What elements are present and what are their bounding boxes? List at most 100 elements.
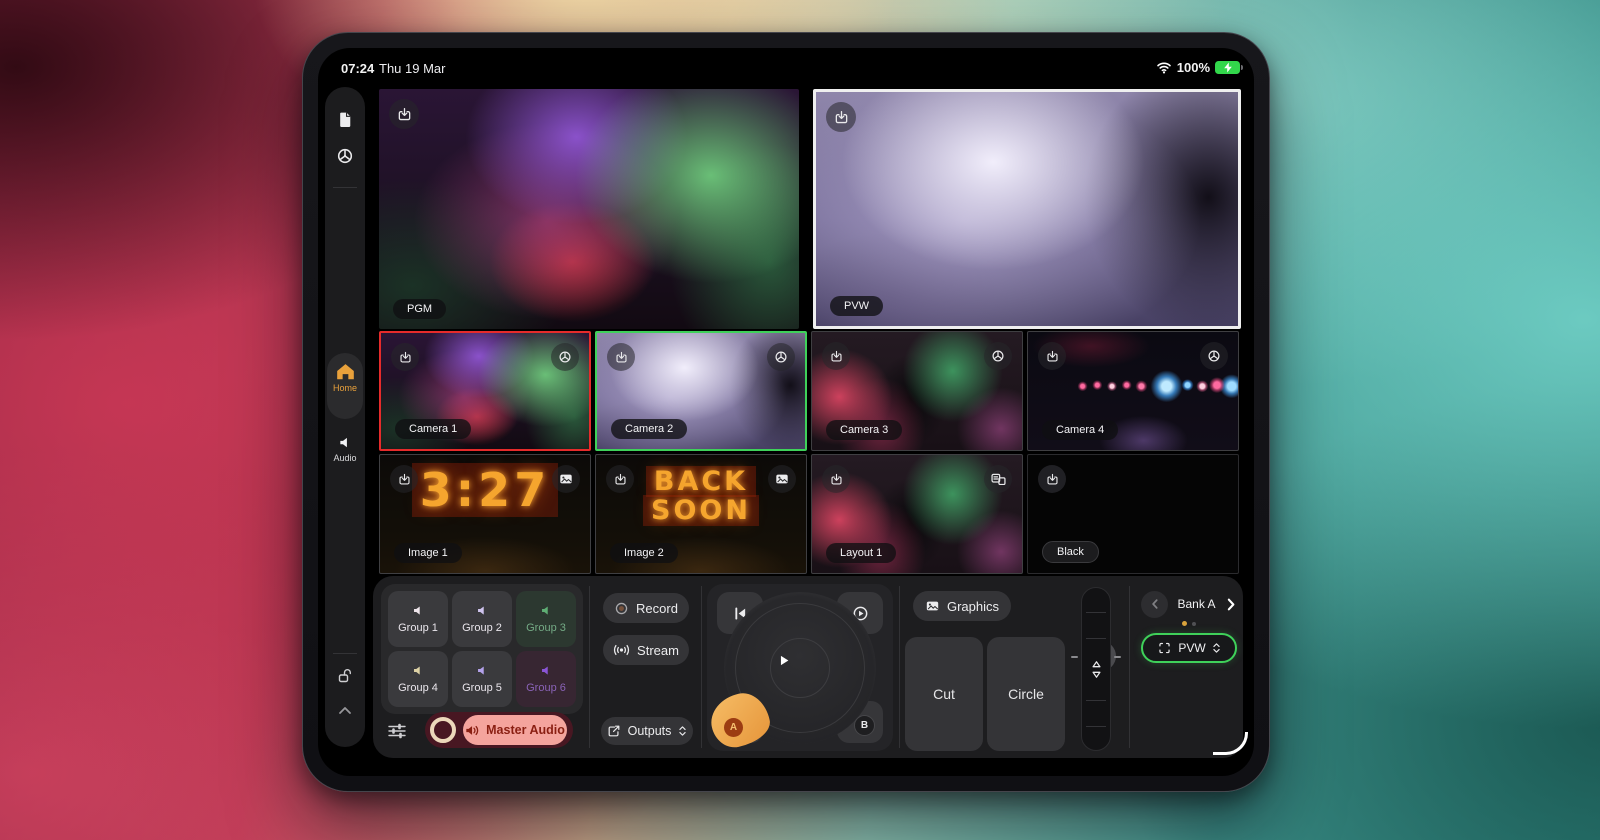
graphics-button[interactable]: Graphics — [913, 591, 1011, 621]
bank-next-button[interactable] — [1225, 597, 1237, 612]
page: 07:24 Thu 19 Mar 100% — [0, 0, 1600, 840]
speaker-icon — [540, 604, 553, 617]
group-3-button[interactable]: Group 3 — [516, 591, 576, 647]
ipad-device: 07:24 Thu 19 Mar 100% — [302, 32, 1270, 792]
record-icon — [614, 601, 629, 616]
tbar-slider[interactable] — [1081, 587, 1111, 751]
source-label: Camera 4 — [1042, 420, 1118, 440]
status-date: Thu 19 Mar — [379, 61, 445, 76]
source-assign-icon[interactable] — [389, 99, 419, 129]
control-bar: Group 1 Group 2 Group 3 Group 4 — [373, 576, 1243, 758]
group-6-button[interactable]: Group 6 — [516, 651, 576, 707]
graphics-icon — [925, 599, 940, 613]
home-label: Home — [325, 383, 365, 393]
tbar-handle[interactable] — [1082, 654, 1110, 684]
settings-dial-icon[interactable] — [325, 147, 365, 165]
group-5-button[interactable]: Group 5 — [452, 651, 512, 707]
audio-label: Audio — [325, 453, 365, 463]
viewfinder-icon — [1157, 641, 1172, 655]
play-icon — [775, 652, 792, 669]
source-label: Camera 2 — [611, 419, 687, 439]
image-icon[interactable] — [552, 465, 580, 493]
speaker-icon — [476, 664, 489, 677]
speaker-icon — [476, 604, 489, 617]
source-black[interactable]: Black — [1027, 454, 1239, 574]
bank-label[interactable]: Bank A — [1168, 597, 1225, 611]
source-camera-3[interactable]: Camera 3 — [811, 331, 1023, 451]
image-icon[interactable] — [768, 465, 796, 493]
sidebar-divider-top — [333, 187, 357, 188]
source-assign-icon[interactable] — [606, 465, 634, 493]
camera-settings-icon[interactable] — [984, 342, 1012, 370]
bank-dot — [1192, 622, 1196, 626]
b-badge[interactable]: B — [854, 715, 875, 736]
camera-settings-icon[interactable] — [1200, 342, 1228, 370]
master-volume-knob[interactable] — [430, 717, 456, 743]
tbar-tick — [1086, 638, 1106, 639]
bank-dot-active — [1182, 621, 1187, 626]
transport-panel: A B — [707, 584, 893, 751]
source-assign-icon[interactable] — [1038, 342, 1066, 370]
source-assign-icon[interactable] — [607, 343, 635, 371]
sidebar-divider-bottom — [333, 653, 357, 654]
source-assign-icon[interactable] — [826, 102, 856, 132]
tbar-center-mark — [1071, 656, 1078, 658]
outputs-icon — [607, 724, 621, 738]
bank-page-dots — [1141, 621, 1237, 626]
home-icon — [325, 363, 365, 380]
documents-icon[interactable] — [325, 111, 365, 128]
battery-percent: 100% — [1177, 60, 1210, 75]
source-camera-1[interactable]: Camera 1 — [379, 331, 591, 451]
speaker-icon — [540, 664, 553, 677]
pgm-label: PGM — [393, 299, 446, 319]
source-assign-icon[interactable] — [391, 343, 419, 371]
group-2-button[interactable]: Group 2 — [452, 591, 512, 647]
source-assign-icon[interactable] — [1038, 465, 1066, 493]
stream-button[interactable]: Stream — [603, 635, 689, 665]
outputs-button[interactable]: Outputs — [601, 717, 693, 745]
sidebar: Home Audio — [325, 87, 365, 747]
preview-monitor[interactable]: PVW — [813, 89, 1241, 329]
speaker-icon — [412, 664, 425, 677]
pvw-bus-selector[interactable]: PVW — [1141, 633, 1237, 663]
source-assign-icon[interactable] — [822, 342, 850, 370]
tbar-tick — [1086, 726, 1106, 727]
program-monitor[interactable]: PGM — [379, 89, 799, 329]
updown-chevrons-icon — [1212, 642, 1221, 654]
source-layout-1[interactable]: Layout 1 — [811, 454, 1023, 574]
corner-swipe-indicator — [1213, 732, 1248, 755]
a-badge[interactable]: A — [724, 718, 743, 737]
source-label: Layout 1 — [826, 543, 896, 563]
wifi-icon — [1156, 61, 1172, 74]
source-image-1[interactable]: 3:27 Image 1 — [379, 454, 591, 574]
layout-icon[interactable] — [984, 465, 1012, 493]
play-button[interactable] — [755, 632, 811, 688]
tbar-tick — [1086, 700, 1106, 701]
bank-prev-button[interactable] — [1141, 591, 1168, 618]
camera-settings-icon[interactable] — [767, 343, 795, 371]
master-audio-button[interactable]: Master Audio — [463, 715, 567, 745]
unlock-icon[interactable] — [325, 667, 365, 685]
battery-charging-icon — [1215, 61, 1240, 74]
cut-transition-button[interactable]: Cut — [905, 637, 983, 751]
circle-transition-button[interactable]: Circle — [987, 637, 1065, 751]
status-right: 100% — [1156, 60, 1240, 75]
source-camera-2[interactable]: Camera 2 — [595, 331, 807, 451]
source-assign-icon[interactable] — [390, 465, 418, 493]
audio-icon[interactable] — [325, 435, 365, 450]
record-button[interactable]: Record — [603, 593, 689, 623]
group-1-button[interactable]: Group 1 — [388, 591, 448, 647]
camera-settings-icon[interactable] — [551, 343, 579, 371]
source-label: Camera 1 — [395, 419, 471, 439]
divider — [701, 586, 702, 748]
master-audio-wrap: Master Audio — [425, 712, 573, 748]
bank-selector: Bank A — [1141, 589, 1237, 619]
source-camera-4[interactable]: Camera 4 — [1027, 331, 1239, 451]
chevron-up-icon[interactable] — [325, 705, 365, 715]
divider — [589, 586, 590, 748]
mixer-settings-icon[interactable] — [387, 722, 407, 745]
group-4-button[interactable]: Group 4 — [388, 651, 448, 707]
status-time: 07:24 — [341, 61, 374, 76]
source-image-2[interactable]: BACK SOON Image 2 — [595, 454, 807, 574]
source-assign-icon[interactable] — [822, 465, 850, 493]
